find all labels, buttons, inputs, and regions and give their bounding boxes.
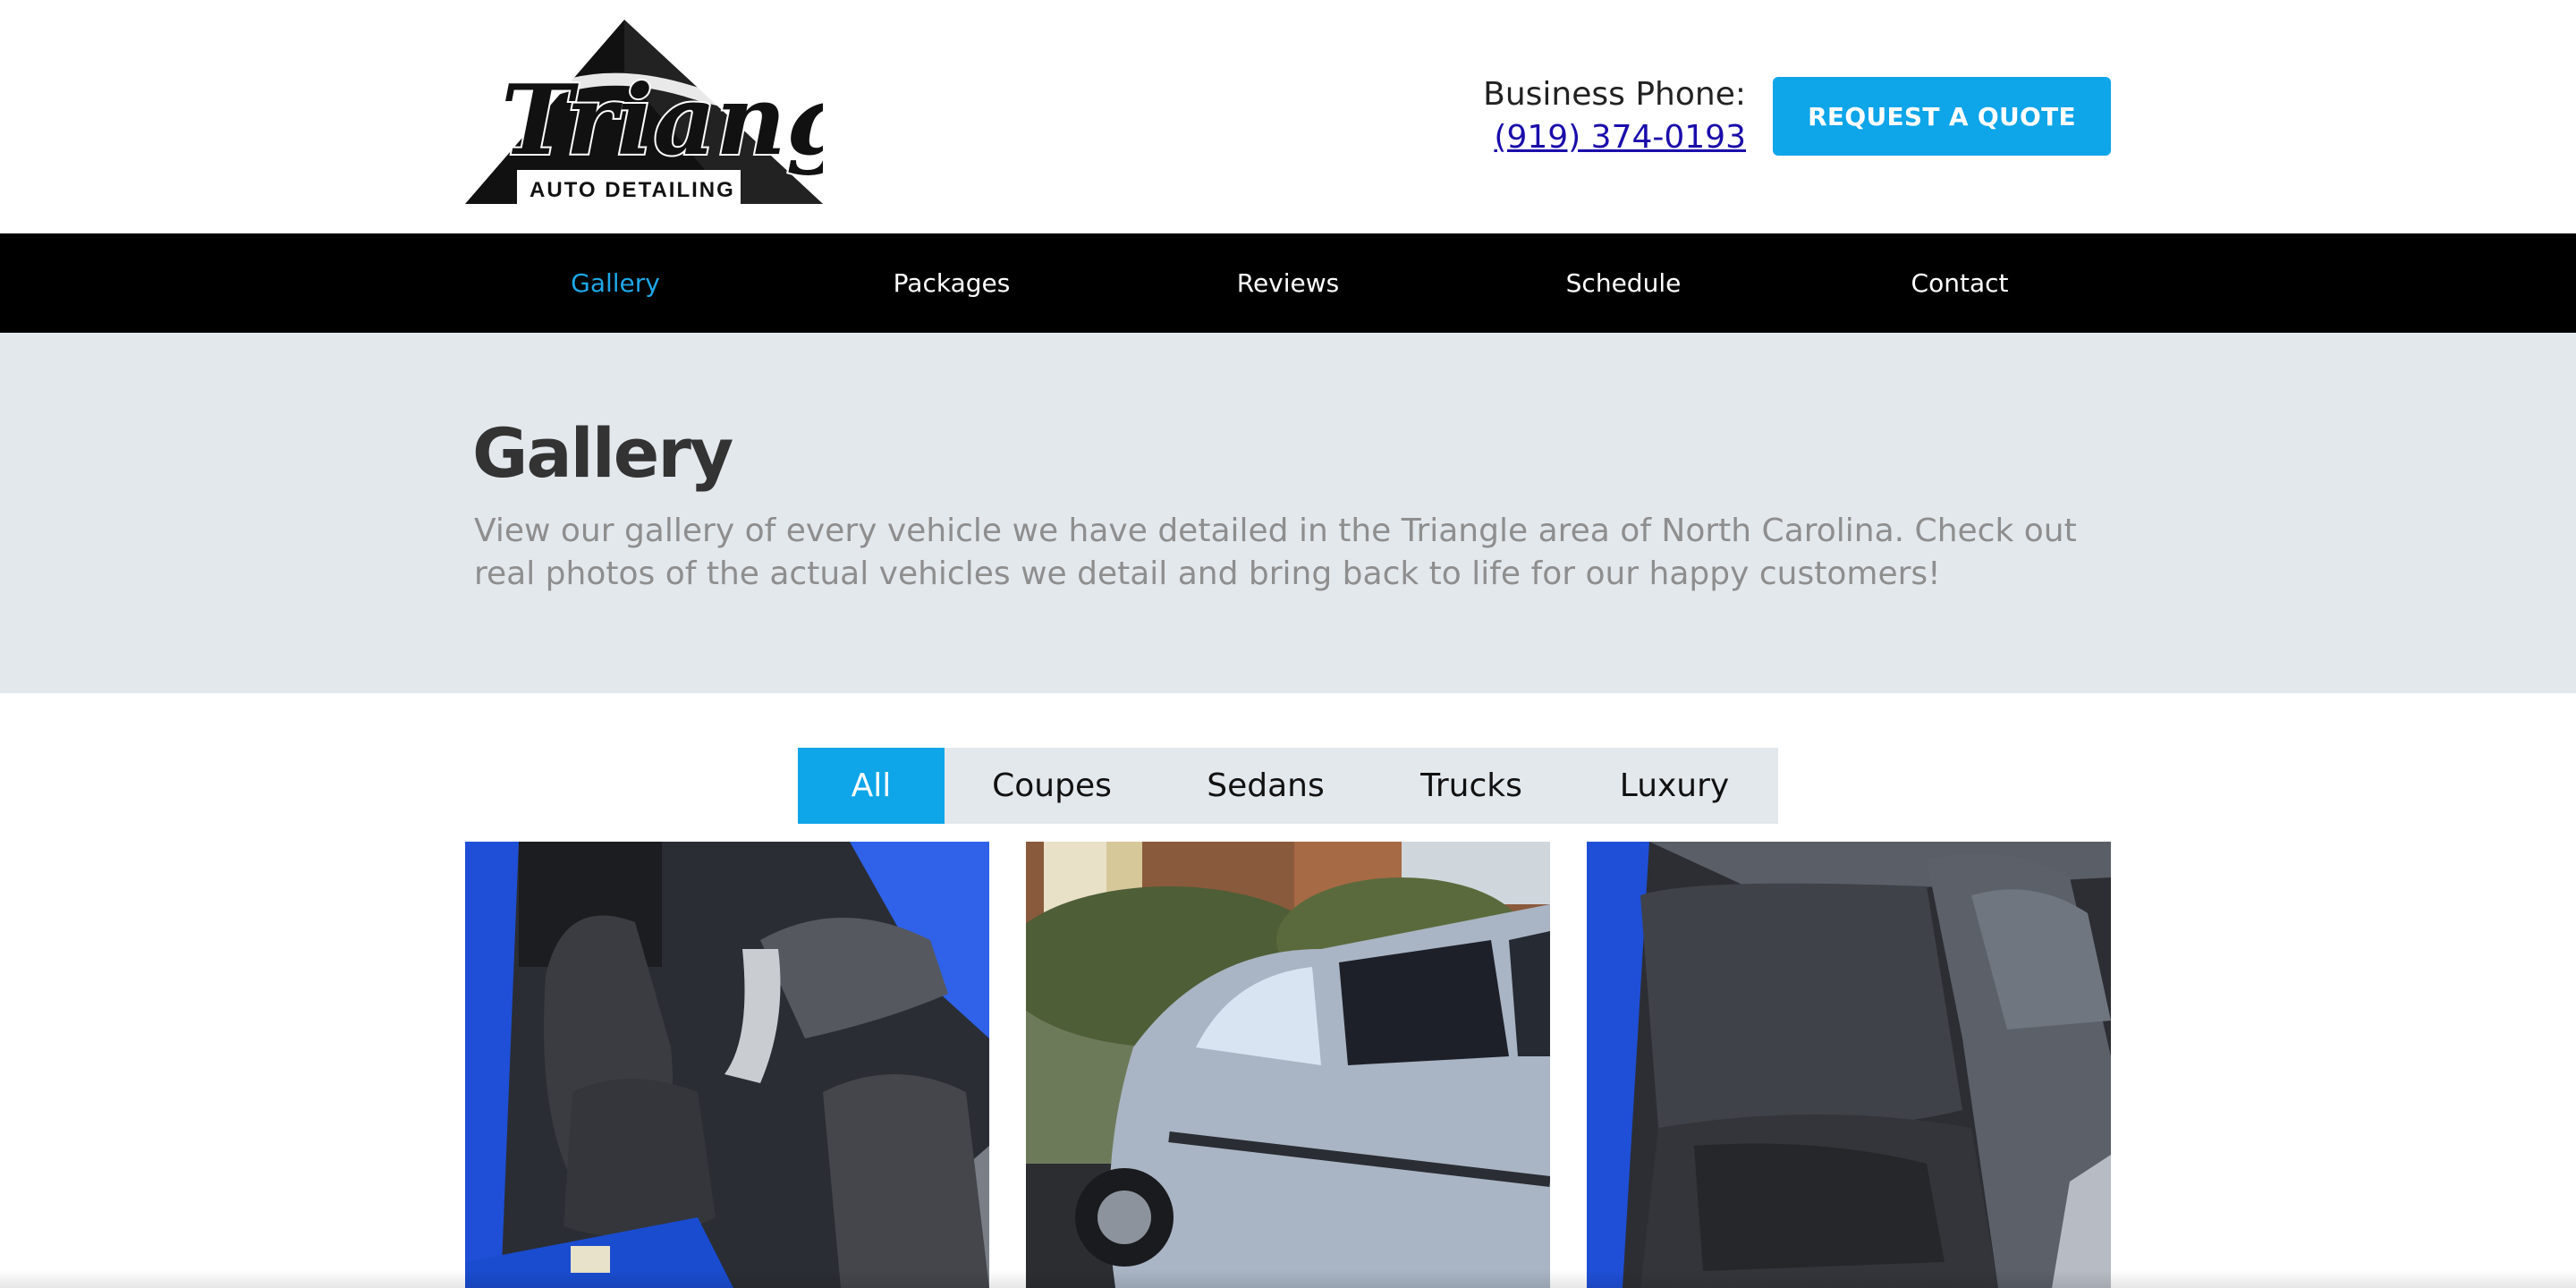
gallery-photo[interactable] [1587, 842, 2111, 1288]
nav-item-schedule[interactable]: Schedule [1455, 233, 1792, 333]
filter-tab-all[interactable]: All [798, 748, 945, 824]
gallery-photo[interactable] [1026, 842, 1550, 1288]
nav-item-contact[interactable]: Contact [1792, 233, 2128, 333]
business-phone-link[interactable]: (919) 374-0193 [1494, 116, 1746, 159]
filter-tab-trucks[interactable]: Trucks [1372, 748, 1571, 824]
nav-item-packages[interactable]: Packages [784, 233, 1120, 333]
filter-tab-coupes[interactable]: Coupes [945, 748, 1159, 824]
gallery-grid [465, 842, 2111, 1288]
nav-item-gallery[interactable]: Gallery [447, 233, 784, 333]
page-hero: Gallery View our gallery of every vehicl… [0, 333, 2576, 693]
main-nav: Gallery Packages Reviews Schedule Contac… [0, 233, 2576, 333]
page-title: Gallery [472, 413, 733, 493]
svg-text:AUTO DETAILING: AUTO DETAILING [530, 178, 735, 202]
triangle-auto-detailing-logo[interactable]: Triangle AUTO DETAILING [465, 20, 823, 204]
nav-item-reviews[interactable]: Reviews [1120, 233, 1456, 333]
filter-tab-sedans[interactable]: Sedans [1159, 748, 1372, 824]
gallery-photo[interactable] [465, 842, 989, 1288]
request-quote-button[interactable]: REQUEST A QUOTE [1773, 77, 2111, 156]
page-description: View our gallery of every vehicle we hav… [474, 513, 2077, 592]
business-phone-label: Business Phone: [1483, 76, 1746, 113]
gallery-filter-tabs: All Coupes Sedans Trucks Luxury [798, 748, 1778, 824]
business-phone-block: Business Phone: (919) 374-0193 [1483, 73, 1746, 159]
site-header: Triangle AUTO DETAILING Business Phone: … [0, 0, 2576, 233]
filter-tab-luxury[interactable]: Luxury [1571, 748, 1778, 824]
svg-text:Triangle: Triangle [501, 64, 823, 177]
